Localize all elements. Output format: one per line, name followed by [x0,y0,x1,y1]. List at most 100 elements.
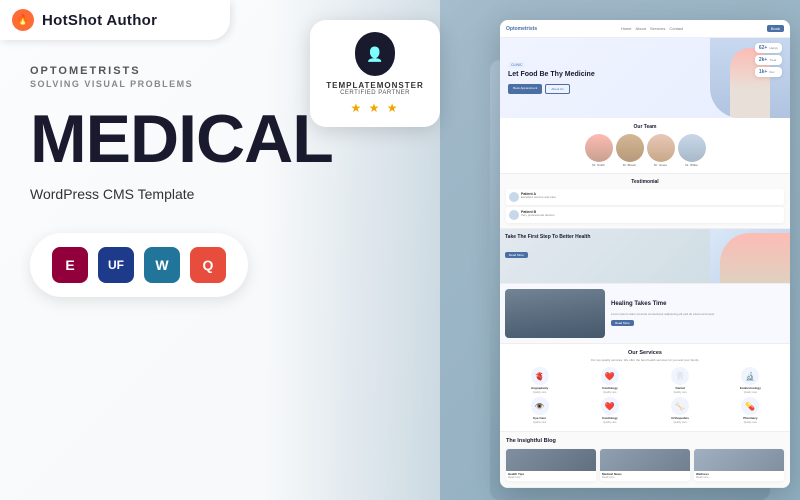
orthopedics-desc: Quality care [673,421,686,424]
preview-header: Optometrists Home About Services Contact… [500,20,790,38]
preview-bottom-cards: Optometrists A Healthy Outside Starts Fr… [500,487,790,488]
wordpress-icon: W [144,247,180,283]
tm-stars: ★ ★ ★ [326,101,424,115]
preview-cta-btn[interactable]: Book [767,25,784,32]
stat-2-label: Treat [769,58,776,62]
angioplasty-desc: Quality care [533,391,546,394]
preview-health-section: Take The First Step To Better Health Rea… [500,228,790,283]
angioplasty-icon: 🫀 [531,367,549,385]
pharmacy-icon: 💊 [741,397,759,415]
orthopedics-name: Orthopedics [671,416,689,420]
stat-1-value: 62+ [759,45,767,51]
eye-desc: Quality care [533,421,546,424]
team-name-4: Dr. White [685,163,697,167]
test-avatar-2 [509,210,519,220]
service-cardiology: ❤️ Cardiology Quality care [576,367,643,394]
service-angioplasty: 🫀 Angioplasty Quality care [506,367,573,394]
cardiology2-desc: Quality care [603,421,616,424]
dental-icon: 🦷 [671,367,689,385]
stat-1-label: Happy [769,46,778,50]
preview-healing-section: Healing Takes Time Lorem ipsum dolor sit… [500,283,790,343]
dental-desc: Quality care [673,391,686,394]
uf-icon: UF [98,247,134,283]
team-photo-3 [647,134,675,162]
service-eye: 👁️ Eye Care Quality care [506,397,573,424]
endocrinology-name: Endocrinology [740,386,761,390]
plugin-icons-row: E UF W Q [30,233,248,297]
services-title: Our Services [506,350,784,356]
blog-card-text-3: Read more... [696,476,782,479]
website-preview: Optometrists Home About Services Contact… [500,20,790,488]
blog-content-1: Health Tips Read more... [506,471,596,482]
header-bar: 🔥 HotShot Author [0,0,230,40]
main-description: WordPress CMS Template [30,185,470,205]
service-cardiology2: ❤️ Cardiology Quality care [576,397,643,424]
tm-certified: CERTIFIED PARTNER [326,90,424,96]
pharmacy-name: Pharmacy [743,416,757,420]
brand-title: HotShot Author [42,12,157,29]
angioplasty-name: Angioplasty [531,386,548,390]
test-content-1: Patient A Excellent service and care [521,192,781,200]
test-avatar-1 [509,192,519,202]
healing-btn[interactable]: Read More [611,320,634,326]
brand-icon: 🔥 [12,9,34,31]
cardiology2-icon: ❤️ [601,397,619,415]
service-pharmacy: 💊 Pharmacy Quality care [717,397,784,424]
blog-content-2: Medical News Read more... [600,471,690,482]
stat-3: 1k+ Rev [755,67,782,77]
preview-testimonial: Testimonial Patient A Excellent service … [500,173,790,228]
services-subtitle: Our top quality services. We offer the b… [506,358,784,362]
test-text-2: Very professional doctors [521,214,781,218]
preview-nav: Home About Services Contact [621,26,683,31]
healing-content: Healing Takes Time Lorem ipsum dolor sit… [605,284,790,343]
blog-content-3: Wellness Read more... [694,471,784,482]
tm-brand: TemplateMonster [326,81,424,90]
team-photo-1 [585,134,613,162]
healing-title: Healing Takes Time [611,301,784,308]
endocrinology-desc: Quality care [744,391,757,394]
nav-services: Services [650,26,665,31]
health-btn[interactable]: Read More [505,252,528,258]
blog-card-text-2: Read more... [602,476,688,479]
blog-card-1: Health Tips Read more... [506,449,596,482]
team-member-3: Dr. Jones [647,134,675,167]
blog-row: Health Tips Read more... Medical News Re… [506,449,784,482]
eye-name: Eye Care [533,416,546,420]
health-right-image [710,229,790,283]
health-title: Take The First Step To Better Health [505,234,705,240]
team-row: Dr. Smith Dr. Brown Dr. Jones Dr. White [506,134,784,167]
team-member-4: Dr. White [678,134,706,167]
preview-logo: Optometrists [506,26,537,32]
endocrinology-icon: 🔬 [741,367,759,385]
blog-img-3 [694,449,784,471]
team-member-1: Dr. Smith [585,134,613,167]
nav-about: About [636,26,646,31]
cardiology-icon: ❤️ [601,367,619,385]
team-photo-2 [616,134,644,162]
cardiology-desc: Quality care [603,391,616,394]
services-grid: 🫀 Angioplasty Quality care ❤️ Cardiology… [506,367,784,425]
service-endocrinology: 🔬 Endocrinology Quality care [717,367,784,394]
team-section-title: Our Team [506,124,784,130]
stat-3-value: 1k+ [759,69,767,75]
preview-about-btn[interactable]: About Us [545,84,569,94]
pharmacy-desc: Quality care [744,421,757,424]
preview-book-btn[interactable]: Book Appointment [508,84,542,94]
stat-3-label: Rev [769,70,774,74]
blog-img-1 [506,449,596,471]
tm-shield-icon [355,32,395,76]
health-left: Take The First Step To Better Health Rea… [500,229,710,283]
cardiology2-name: Cardiology [602,416,618,420]
test-text-1: Excellent service and care [521,196,781,200]
test-content-2: Patient B Very professional doctors [521,210,781,218]
stat-1: 62+ Happy [755,43,782,53]
cardiology-name: Cardiology [602,386,618,390]
preview-hero-btns: Book Appointment About Us [508,84,702,94]
blog-card-3: Wellness Read more... [694,449,784,482]
orthopedics-icon: 🦴 [671,397,689,415]
stat-2-value: 2k+ [759,57,767,63]
elementor-icon: E [52,247,88,283]
eye-icon: 👁️ [531,397,549,415]
test-item-1: Patient A Excellent service and care [506,189,784,205]
nav-home: Home [621,26,632,31]
